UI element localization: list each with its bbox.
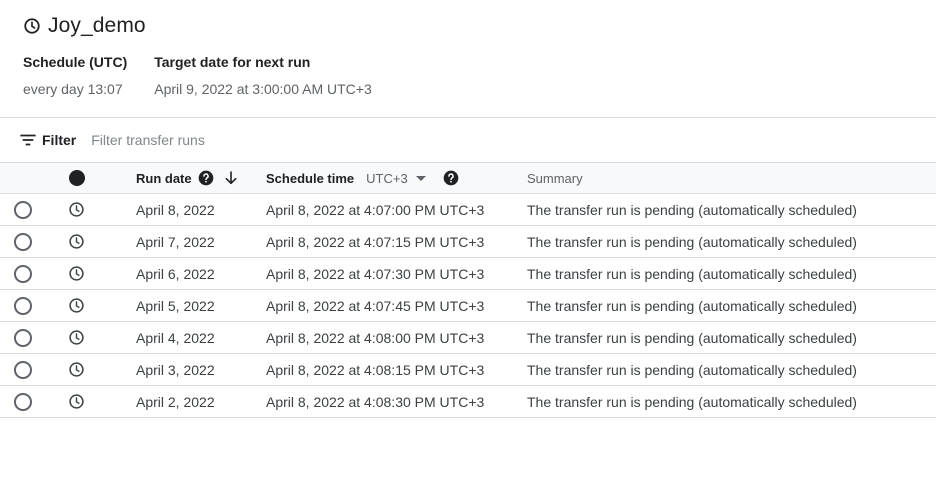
status-header xyxy=(68,163,85,193)
filled-circle-icon xyxy=(69,170,85,186)
run-date-cell: April 4, 2022 xyxy=(136,329,215,346)
row-select-radio[interactable] xyxy=(14,328,32,347)
schedule-time-cell: April 8, 2022 at 4:07:45 PM UTC+3 xyxy=(266,297,485,314)
filter-bar: Filter xyxy=(19,128,392,152)
status-cell xyxy=(68,258,85,289)
table-header-row: Run date Schedule time UTC+3 Summary xyxy=(0,162,936,194)
table-row[interactable]: April 5, 2022 April 8, 2022 at 4:07:45 PM… xyxy=(0,290,936,322)
row-select-cell xyxy=(14,258,32,289)
summary-cell: The transfer run is pending (automatical… xyxy=(527,233,857,250)
row-select-cell xyxy=(14,354,32,385)
row-select-cell xyxy=(14,194,32,225)
run-date-header-label: Run date xyxy=(136,170,192,186)
table-row[interactable]: April 7, 2022 April 8, 2022 at 4:07:15 PM… xyxy=(0,226,936,258)
clock-icon xyxy=(68,361,85,378)
summary-cell: The transfer run is pending (automatical… xyxy=(527,329,857,346)
row-select-cell xyxy=(14,322,32,353)
summary-header-label: Summary xyxy=(527,170,583,186)
status-cell xyxy=(68,322,85,353)
schedule-time-cell: April 8, 2022 at 4:08:00 PM UTC+3 xyxy=(266,329,485,346)
clock-icon xyxy=(24,18,40,34)
schedule-time-cell: April 8, 2022 at 4:07:15 PM UTC+3 xyxy=(266,233,485,250)
schedule-time-cell: April 8, 2022 at 4:08:15 PM UTC+3 xyxy=(266,361,485,378)
clock-icon xyxy=(68,297,85,314)
help-icon[interactable] xyxy=(198,170,214,186)
schedule-time-header-label: Schedule time xyxy=(266,170,355,186)
schedule-time-cell: April 8, 2022 at 4:07:30 PM UTC+3 xyxy=(266,265,485,282)
row-select-cell xyxy=(14,226,32,257)
summary-header: Summary xyxy=(527,163,583,193)
run-date-cell: April 8, 2022 xyxy=(136,201,215,218)
clock-icon xyxy=(68,393,85,410)
schedule-column: Schedule (UTC) every day 13:07 xyxy=(23,52,127,99)
schedule-label: Schedule (UTC) xyxy=(23,54,128,70)
schedule-time-cell: April 8, 2022 at 4:08:30 PM UTC+3 xyxy=(266,393,485,410)
table-row[interactable]: April 8, 2022 April 8, 2022 at 4:07:00 PM… xyxy=(0,194,936,226)
filter-input[interactable] xyxy=(91,132,392,148)
timezone-dropdown[interactable]: UTC+3 xyxy=(366,171,426,186)
row-select-radio[interactable] xyxy=(14,200,32,219)
sort-descending-icon[interactable] xyxy=(223,170,239,186)
transfer-runs-table: Run date Schedule time UTC+3 Summary Apr… xyxy=(0,162,936,418)
run-date-cell: April 7, 2022 xyxy=(136,233,215,250)
header-divider xyxy=(0,117,936,118)
schedule-time-cell: April 8, 2022 at 4:07:00 PM UTC+3 xyxy=(266,201,485,218)
filter-label[interactable]: Filter xyxy=(42,132,76,148)
clock-icon xyxy=(68,329,85,346)
page-title: Joy_demo xyxy=(48,14,146,37)
status-cell xyxy=(68,290,85,321)
summary-cell: The transfer run is pending (automatical… xyxy=(527,361,857,378)
run-date-cell: April 3, 2022 xyxy=(136,361,215,378)
schedule-info: Schedule (UTC) every day 13:07 Target da… xyxy=(23,52,399,99)
clock-icon xyxy=(68,265,85,282)
transfer-config-header: Joy_demo Schedule (UTC) every day 13:07 … xyxy=(23,12,399,99)
schedule-value: every day 13:07 xyxy=(23,81,123,97)
status-cell xyxy=(68,354,85,385)
table-body: April 8, 2022 April 8, 2022 at 4:07:00 PM… xyxy=(0,194,936,418)
table-row[interactable]: April 4, 2022 April 8, 2022 at 4:08:00 PM… xyxy=(0,322,936,354)
summary-cell: The transfer run is pending (automatical… xyxy=(527,393,857,410)
table-row[interactable]: April 2, 2022 April 8, 2022 at 4:08:30 PM… xyxy=(0,386,936,418)
run-date-cell: April 6, 2022 xyxy=(136,265,215,282)
table-row[interactable]: April 6, 2022 April 8, 2022 at 4:07:30 PM… xyxy=(0,258,936,290)
run-date-header[interactable]: Run date xyxy=(136,163,239,193)
next-run-column: Target date for next run April 9, 2022 a… xyxy=(154,52,372,99)
status-cell xyxy=(68,194,85,225)
run-date-cell: April 2, 2022 xyxy=(136,393,215,410)
next-run-value: April 9, 2022 at 3:00:00 AM UTC+3 xyxy=(154,81,372,97)
clock-icon xyxy=(68,201,85,218)
row-select-radio[interactable] xyxy=(14,232,32,251)
status-cell xyxy=(68,386,85,417)
summary-cell: The transfer run is pending (automatical… xyxy=(527,265,857,282)
title-row: Joy_demo xyxy=(23,12,399,40)
row-select-radio[interactable] xyxy=(14,264,32,283)
run-date-cell: April 5, 2022 xyxy=(136,297,215,314)
row-select-cell xyxy=(14,386,32,417)
row-select-radio[interactable] xyxy=(14,296,32,315)
chevron-down-icon xyxy=(415,175,426,181)
clock-icon xyxy=(68,233,85,250)
help-icon[interactable] xyxy=(443,170,459,186)
filter-icon[interactable] xyxy=(19,131,37,149)
row-select-radio[interactable] xyxy=(14,392,32,411)
row-select-radio[interactable] xyxy=(14,360,32,379)
summary-cell: The transfer run is pending (automatical… xyxy=(527,201,857,218)
status-cell xyxy=(68,226,85,257)
schedule-time-header: Schedule time UTC+3 xyxy=(266,163,459,193)
next-run-label: Target date for next run xyxy=(154,54,311,70)
summary-cell: The transfer run is pending (automatical… xyxy=(527,297,857,314)
table-row[interactable]: April 3, 2022 April 8, 2022 at 4:08:15 PM… xyxy=(0,354,936,386)
row-select-cell xyxy=(14,290,32,321)
timezone-value: UTC+3 xyxy=(366,170,408,186)
